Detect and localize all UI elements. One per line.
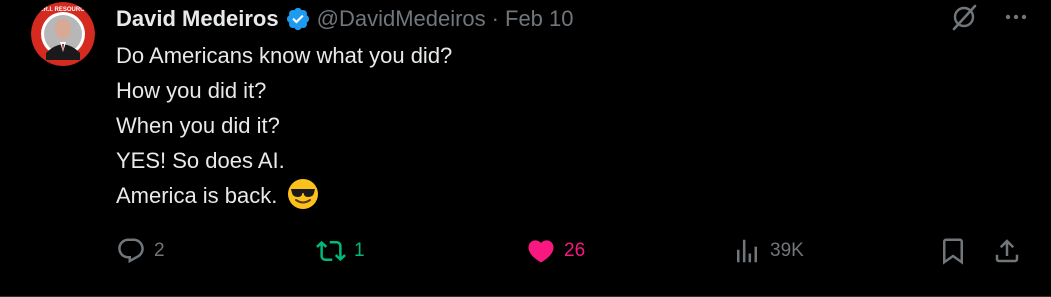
tweet-text-line: How you did it? bbox=[116, 78, 267, 103]
tweet-text: Do Americans know what you did? How you … bbox=[116, 38, 452, 213]
bookmark-icon bbox=[938, 236, 968, 266]
verified-badge-icon bbox=[285, 6, 311, 32]
sunglasses-emoji-icon bbox=[287, 178, 319, 210]
like-count: 26 bbox=[564, 240, 586, 261]
avatar-image: A.R.I. RESOURCE bbox=[31, 2, 95, 66]
svg-text:A.R.I. RESOURCE: A.R.I. RESOURCE bbox=[37, 7, 88, 13]
retweet-icon bbox=[316, 236, 346, 266]
bookmark-button[interactable] bbox=[938, 233, 968, 269]
reply-button[interactable]: 2 bbox=[116, 233, 165, 269]
share-icon bbox=[992, 236, 1022, 266]
reply-icon bbox=[116, 236, 146, 266]
tweet-action-bar: 2 1 26 39K bbox=[116, 233, 1026, 269]
tweet-text-line: America is back. bbox=[116, 183, 278, 208]
separator-dot: · bbox=[491, 6, 499, 31]
views-button[interactable]: 39K bbox=[732, 233, 804, 269]
user-handle[interactable]: @DavidMedeiros bbox=[317, 6, 486, 32]
tweet-text-line-last: America is back. bbox=[116, 178, 452, 213]
more-options-icon[interactable] bbox=[1003, 4, 1029, 35]
tweet-date[interactable]: Feb 10 bbox=[505, 6, 574, 32]
tweet-text-line: YES! So does AI. bbox=[116, 148, 285, 173]
tweet: A.R.I. RESOURCE David Medeiros @DavidMed… bbox=[0, 0, 1051, 297]
retweet-button[interactable]: 1 bbox=[316, 233, 365, 269]
heart-icon bbox=[526, 236, 556, 266]
reply-count: 2 bbox=[154, 240, 165, 261]
share-button[interactable] bbox=[992, 233, 1022, 269]
tweet-text-line: When you did it? bbox=[116, 113, 280, 138]
avatar[interactable]: A.R.I. RESOURCE bbox=[31, 2, 95, 66]
views-count: 39K bbox=[770, 240, 804, 261]
tweet-top-actions bbox=[949, 2, 1029, 37]
tweet-text-line: Do Americans know what you did? bbox=[116, 43, 453, 68]
tweet-header: David Medeiros @DavidMedeiros · Feb 10 bbox=[116, 4, 574, 34]
display-name[interactable]: David Medeiros bbox=[116, 6, 279, 32]
like-button[interactable]: 26 bbox=[526, 233, 585, 269]
analytics-icon bbox=[732, 236, 762, 266]
grok-icon[interactable] bbox=[949, 2, 979, 37]
retweet-count: 1 bbox=[354, 240, 365, 261]
